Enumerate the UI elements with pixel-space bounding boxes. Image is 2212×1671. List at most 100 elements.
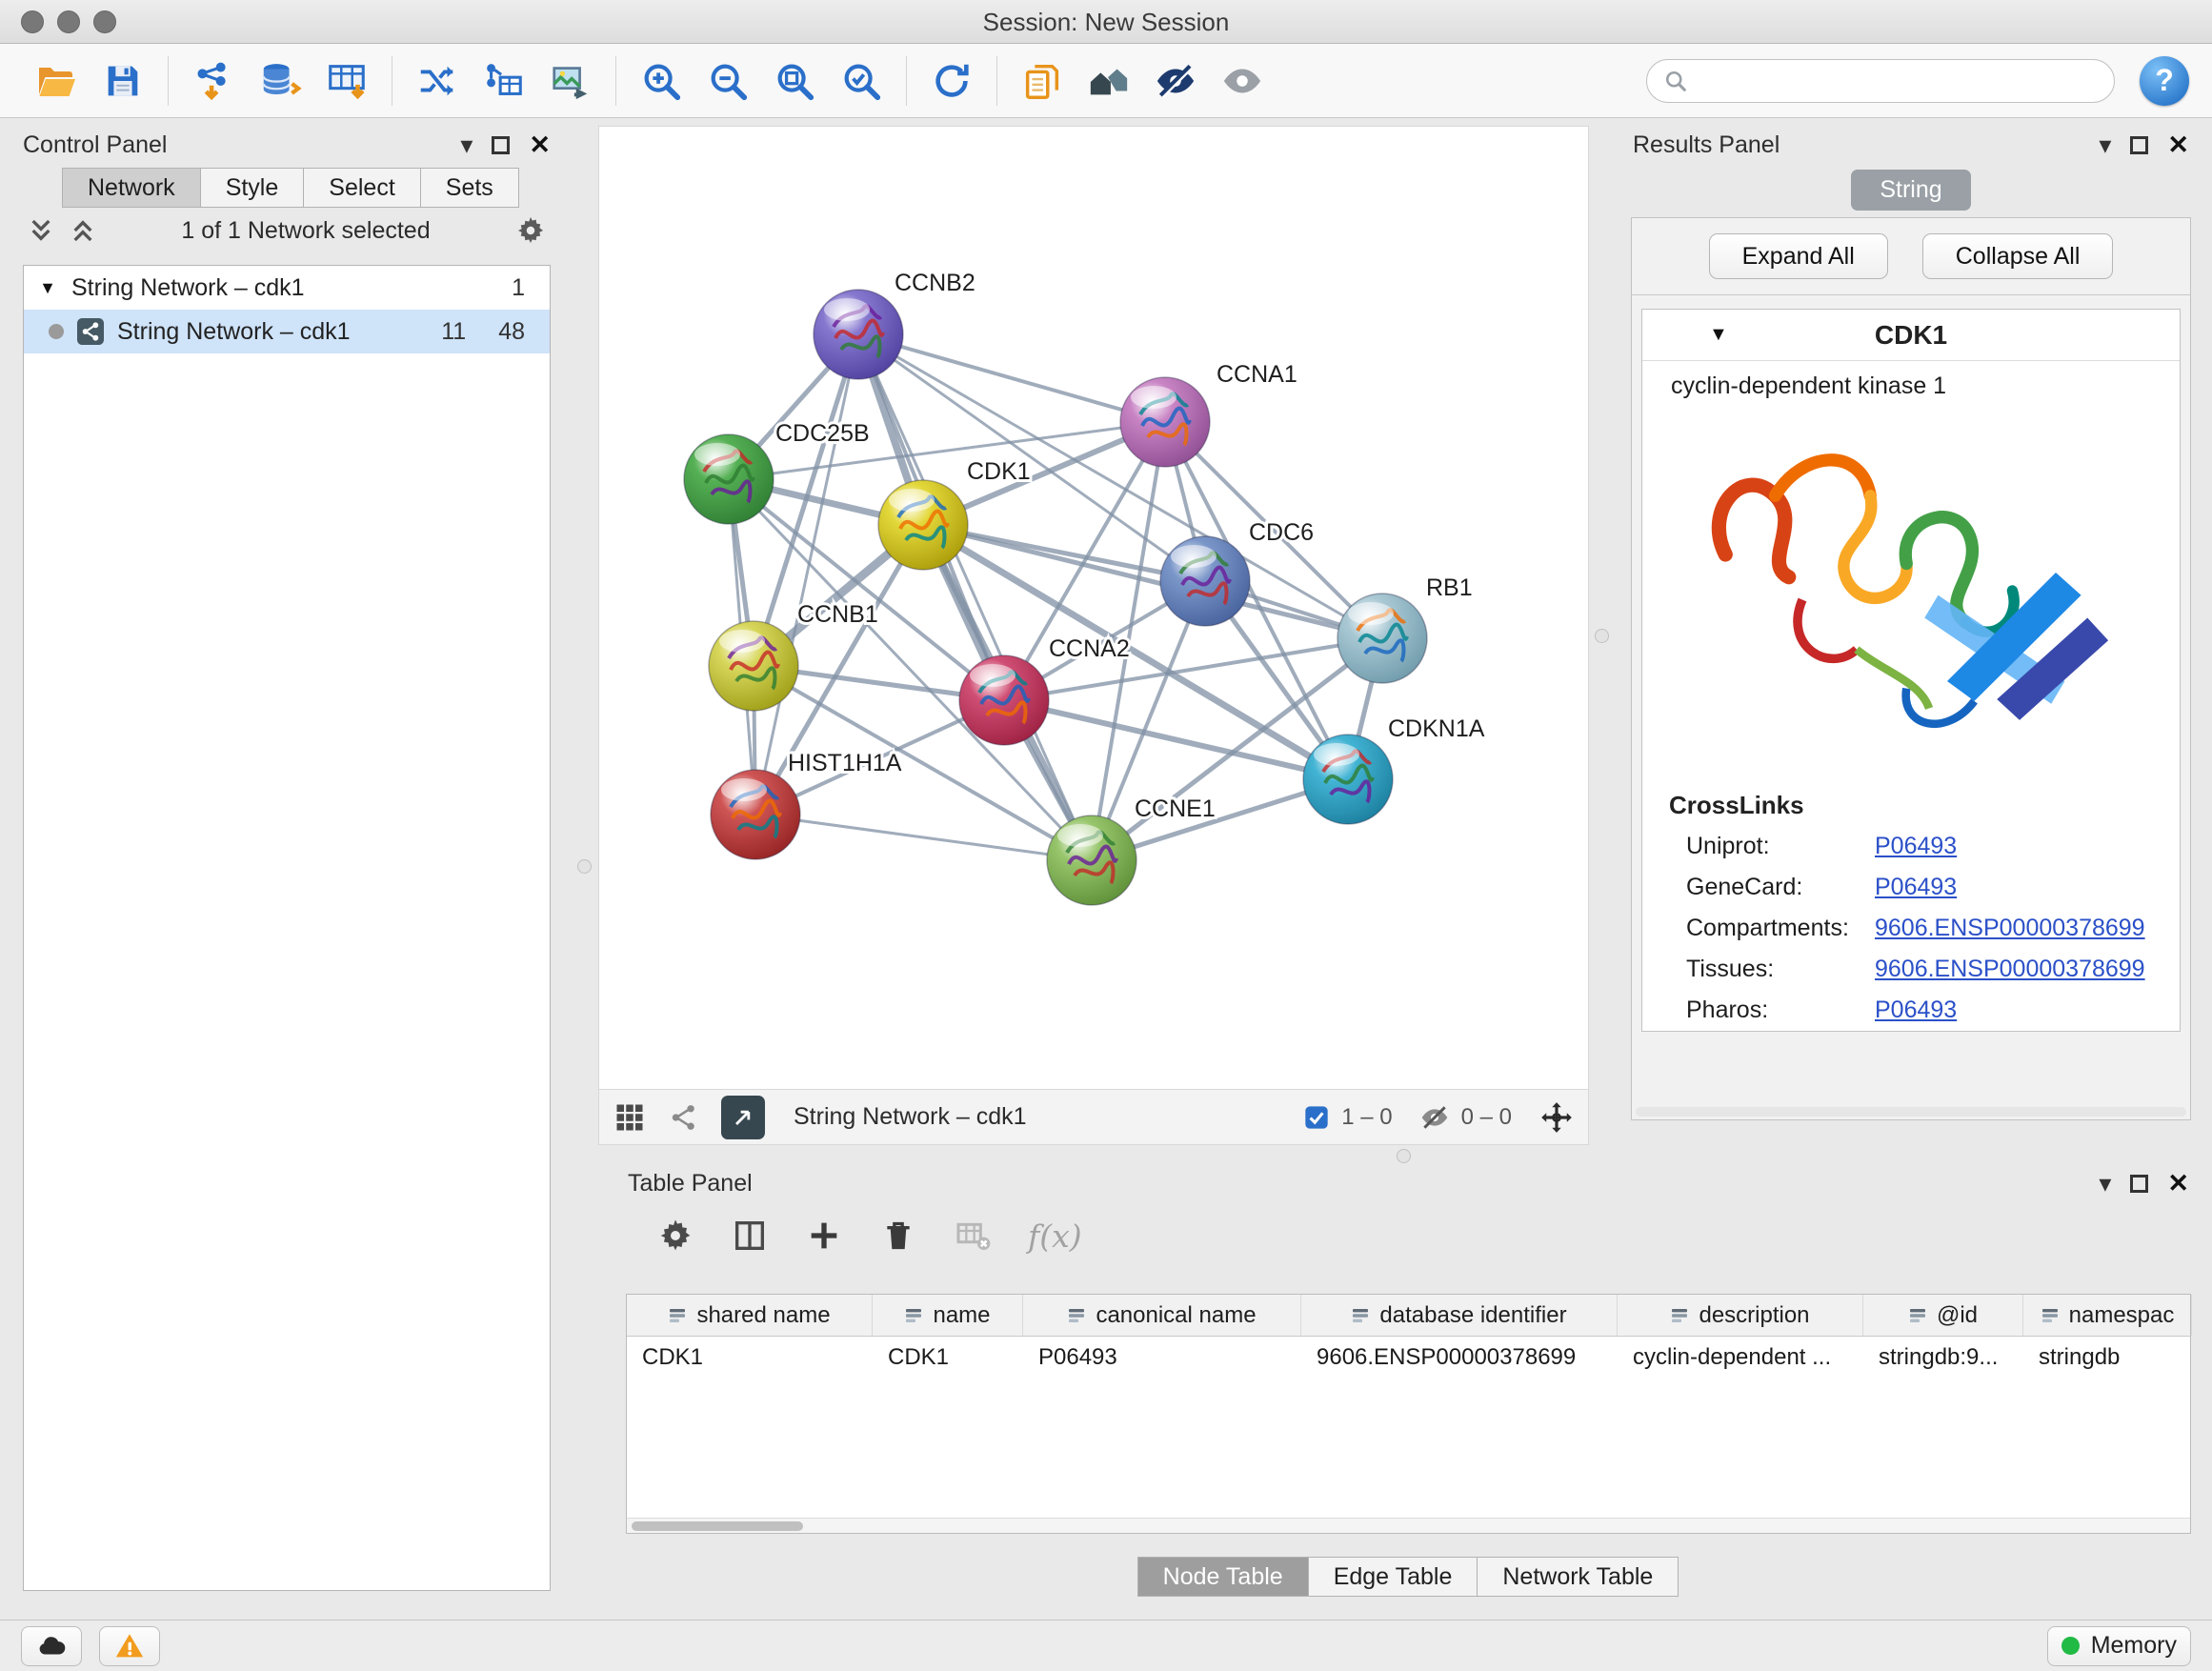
panel-float-icon[interactable] <box>492 136 510 154</box>
column-header-canonical-name[interactable]: canonical name <box>1023 1295 1301 1336</box>
show-columns-icon[interactable] <box>731 1217 769 1255</box>
hidden-eye-slash-icon[interactable] <box>1419 1102 1450 1133</box>
bottom-splitter-handle[interactable] <box>1397 1149 1411 1163</box>
edge-CCNB2-CCNE1[interactable] <box>858 334 1092 860</box>
cloud-status-button[interactable] <box>21 1626 82 1666</box>
results-scrollbar[interactable] <box>1636 1107 2186 1117</box>
selected-checkbox-icon[interactable] <box>1303 1104 1330 1131</box>
import-table-button[interactable] <box>313 51 380 111</box>
collapse-all-button[interactable]: Collapse All <box>1922 233 2114 279</box>
crosslink-link[interactable]: 9606.ENSP00000378699 <box>1875 915 2145 942</box>
expand-all-icon[interactable] <box>69 216 97 245</box>
tab-node-table[interactable]: Node Table <box>1137 1557 1309 1597</box>
import-network-database-button[interactable] <box>247 51 313 111</box>
birdseye-grid-icon[interactable] <box>613 1100 647 1135</box>
zoom-out-button[interactable] <box>694 51 761 111</box>
function-builder-button[interactable]: f(x) <box>1028 1218 1082 1255</box>
memory-button[interactable]: Memory <box>2047 1626 2191 1666</box>
apply-layout-button[interactable] <box>918 51 985 111</box>
warnings-button[interactable] <box>99 1626 160 1666</box>
table-cell[interactable]: CDK1 <box>873 1337 1023 1379</box>
table-cell[interactable]: stringdb <box>2023 1337 2192 1379</box>
table-cell[interactable]: cyclin-dependent ... <box>1618 1337 1863 1379</box>
crosslink-link[interactable]: 9606.ENSP00000378699 <box>1875 956 2145 983</box>
tab-network[interactable]: Network <box>62 168 201 208</box>
panel-close-icon[interactable]: ✕ <box>2167 131 2189 160</box>
column-header-description[interactable]: description <box>1618 1295 1863 1336</box>
network-row[interactable]: String Network – cdk1 11 48 <box>24 310 550 353</box>
node-CDC25B[interactable] <box>684 434 774 524</box>
collapse-all-icon[interactable] <box>27 216 55 245</box>
column-header-shared-name[interactable]: shared name <box>627 1295 873 1336</box>
panel-menu-icon[interactable]: ▾ <box>2099 131 2111 160</box>
table-cell[interactable]: CDK1 <box>627 1337 873 1379</box>
table-row[interactable]: CDK1CDK1P064939606.ENSP00000378699cyclin… <box>627 1337 2190 1379</box>
node-HIST1H1A[interactable] <box>711 770 800 859</box>
export-image-button[interactable] <box>537 51 604 111</box>
zoom-in-button[interactable] <box>628 51 694 111</box>
zoom-selected-button[interactable] <box>828 51 895 111</box>
panel-close-icon[interactable]: ✕ <box>529 131 551 160</box>
search-box[interactable] <box>1646 59 2115 103</box>
table-cell[interactable]: 9606.ENSP00000378699 <box>1301 1337 1618 1379</box>
edge-CCNB2-HIST1H1A[interactable] <box>755 334 858 815</box>
crosslink-link[interactable]: P06493 <box>1875 874 1957 901</box>
panel-float-icon[interactable] <box>2130 136 2148 154</box>
add-column-plus-icon[interactable] <box>805 1217 843 1255</box>
tab-sets[interactable]: Sets <box>420 168 519 208</box>
crosslink-link[interactable]: P06493 <box>1875 997 1957 1024</box>
column-header-namespac[interactable]: namespac <box>2023 1295 2192 1336</box>
panel-menu-icon[interactable]: ▾ <box>460 131 473 160</box>
annotation-mode-button[interactable] <box>721 1096 765 1139</box>
help-button[interactable]: ? <box>2140 56 2189 106</box>
network-share-icon[interactable] <box>668 1101 700 1134</box>
expand-all-button[interactable]: Expand All <box>1709 233 1888 279</box>
node-RB1[interactable] <box>1337 594 1427 683</box>
column-header-name[interactable]: name <box>873 1295 1023 1336</box>
open-session-button[interactable] <box>23 51 90 111</box>
tab-network-table[interactable]: Network Table <box>1477 1557 1679 1597</box>
zoom-fit-button[interactable] <box>761 51 828 111</box>
node-CCNB2[interactable] <box>814 290 903 379</box>
delete-column-trash-icon[interactable] <box>879 1217 917 1255</box>
left-splitter-handle[interactable] <box>577 859 592 874</box>
node-CCNA1[interactable] <box>1120 377 1210 467</box>
node-CCNB1[interactable] <box>709 621 798 711</box>
node-CDC6[interactable] <box>1160 536 1250 626</box>
column-header-database-identifier[interactable]: database identifier <box>1301 1295 1618 1336</box>
network-collection-row[interactable]: ▼ String Network – cdk1 1 <box>24 266 550 310</box>
window-zoom-button[interactable] <box>93 10 116 33</box>
network-from-table-button[interactable] <box>471 51 537 111</box>
edge-HIST1H1A-CCNE1[interactable] <box>755 815 1092 860</box>
edge-CCNB2-CCNA1[interactable] <box>858 334 1165 422</box>
table-cell[interactable]: stringdb:9... <box>1863 1337 2023 1379</box>
new-network-button[interactable] <box>404 51 471 111</box>
node-CDK1[interactable] <box>878 480 968 570</box>
table-settings-gear-icon[interactable] <box>656 1217 694 1255</box>
pan-move-icon[interactable] <box>1538 1099 1575 1136</box>
copy-button[interactable] <box>1009 51 1076 111</box>
tab-string[interactable]: String <box>1851 170 1970 211</box>
panel-float-icon[interactable] <box>2130 1175 2148 1193</box>
column-header-at-id[interactable]: @id <box>1863 1295 2023 1336</box>
window-minimize-button[interactable] <box>57 10 80 33</box>
node-CDKN1A[interactable] <box>1303 735 1393 824</box>
node-CCNA2[interactable] <box>959 655 1049 745</box>
gear-icon[interactable] <box>514 214 547 247</box>
import-network-file-button[interactable] <box>180 51 247 111</box>
crosslink-link[interactable]: P06493 <box>1875 833 1957 860</box>
scrollbar-thumb[interactable] <box>632 1521 803 1531</box>
tab-select[interactable]: Select <box>303 168 420 208</box>
table-horizontal-scrollbar[interactable] <box>627 1518 2190 1533</box>
network-canvas[interactable]: CCNB2CCNA1CDC25BCDK1CDC6RB1CCNB1CCNA2CDK… <box>598 126 1589 1090</box>
right-splitter-handle[interactable] <box>1595 629 1609 643</box>
tab-edge-table[interactable]: Edge Table <box>1308 1557 1478 1597</box>
edge-CCNA2-CDKN1A[interactable] <box>1004 700 1348 779</box>
tab-style[interactable]: Style <box>200 168 305 208</box>
protein-card-header[interactable]: ▼ CDK1 <box>1642 310 2180 361</box>
table-cell[interactable]: P06493 <box>1023 1337 1301 1379</box>
home-button[interactable] <box>1076 51 1142 111</box>
hide-panel-button[interactable] <box>1142 51 1209 111</box>
panel-close-icon[interactable]: ✕ <box>2167 1169 2189 1198</box>
show-panel-button[interactable] <box>1209 51 1276 111</box>
